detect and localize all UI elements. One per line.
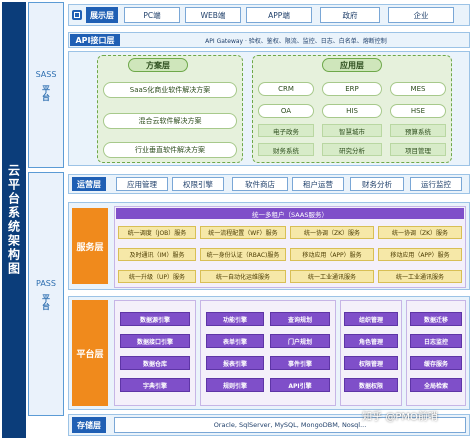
ops-run-monitor: 运行监控 bbox=[410, 177, 462, 191]
ops-software-store: 软件商店 bbox=[232, 177, 288, 191]
platform-function-engine: 功能引擎 bbox=[206, 312, 264, 326]
platform-global-search: 全局检索 bbox=[410, 378, 462, 392]
storage-layer-label: 存储层 bbox=[72, 417, 106, 433]
display-item-enterprise: 企业 bbox=[388, 7, 454, 23]
service-zk-2: 统一协调（ZK）服务 bbox=[378, 226, 462, 239]
saas-column: SASS 平台 bbox=[28, 2, 64, 168]
service-mobile-app: 移动应用（APP）服务 bbox=[290, 248, 374, 261]
saas-sub-label: 平台 bbox=[41, 84, 51, 101]
platform-rule-engine: 规则引擎 bbox=[206, 378, 264, 392]
platform-role-management: 角色管理 bbox=[344, 334, 398, 348]
service-industrial-comm-2: 统一工业通讯服务 bbox=[378, 270, 462, 283]
solution-vertical: 行业垂直软件解决方案 bbox=[103, 142, 237, 158]
service-upgrade: 统一升级（UP）服务 bbox=[118, 270, 196, 283]
app-e-government: 电子政务 bbox=[258, 124, 314, 137]
pass-sub-label: 平台 bbox=[41, 293, 51, 310]
ops-permission-engine: 权限引擎 bbox=[172, 177, 224, 191]
platform-data-interface-engine: 数据接口引擎 bbox=[120, 334, 190, 348]
app-finance-system: 财务系统 bbox=[258, 143, 314, 156]
solution-layer-title: 方案层 bbox=[128, 58, 188, 72]
service-workflow: 统一流程配置（WF）服务 bbox=[200, 226, 286, 239]
pass-label: PASS bbox=[36, 278, 56, 288]
platform-org-management: 组织管理 bbox=[344, 312, 398, 326]
diagram-title: 云平台系统架构图 bbox=[2, 2, 26, 438]
display-item-government: 政府 bbox=[320, 7, 380, 23]
platform-data-migration: 数据迁移 bbox=[410, 312, 462, 326]
watermark: 知乎 @PMO前哨 bbox=[362, 411, 438, 423]
app-oa: OA bbox=[258, 104, 314, 118]
display-icon bbox=[70, 7, 84, 23]
ops-layer-label: 运营层 bbox=[72, 177, 106, 191]
pass-column: PASS 平台 bbox=[28, 172, 64, 416]
service-im: 及时通讯（IM）服务 bbox=[118, 248, 196, 261]
platform-permission-management: 权限管理 bbox=[344, 356, 398, 370]
platform-layer-label: 平台层 bbox=[72, 300, 108, 406]
multi-tenant-banner: 统一多租户（SAAS服务） bbox=[116, 208, 464, 219]
ops-app-management: 应用管理 bbox=[116, 177, 168, 191]
saas-label: SASS bbox=[35, 69, 57, 79]
platform-datasource-engine: 数据源引擎 bbox=[120, 312, 190, 326]
app-research-analysis: 研究分析 bbox=[322, 143, 382, 156]
platform-report-engine: 报表引擎 bbox=[206, 356, 264, 370]
platform-data-warehouse: 数据仓库 bbox=[120, 356, 190, 370]
display-item-pc: PC端 bbox=[124, 7, 180, 23]
api-layer-label: API接口层 bbox=[70, 34, 120, 46]
service-auto-ops: 统一自动化运维服务 bbox=[200, 270, 286, 283]
platform-data-permission: 数据权限 bbox=[344, 378, 398, 392]
app-hse: HSE bbox=[390, 104, 446, 118]
platform-event-engine: 事件引擎 bbox=[270, 356, 330, 370]
platform-cache-service: 缓存服务 bbox=[410, 356, 462, 370]
app-erp: ERP bbox=[322, 82, 382, 96]
platform-api-engine: API引擎 bbox=[270, 378, 330, 392]
display-layer-label: 展示层 bbox=[86, 7, 118, 23]
service-layer-label: 服务层 bbox=[72, 208, 108, 284]
ops-tenant-operation: 租户运营 bbox=[292, 177, 344, 191]
platform-portal-planning: 门户规划 bbox=[270, 334, 330, 348]
display-item-web: WEB端 bbox=[185, 7, 241, 23]
service-job: 统一调度（JOB）服务 bbox=[118, 226, 196, 239]
application-layer-title: 应用层 bbox=[322, 58, 382, 72]
app-project-management: 项目管理 bbox=[390, 143, 446, 156]
solution-saas: SaaS化商业软件解决方案 bbox=[103, 82, 237, 98]
platform-dictionary-engine: 字典引擎 bbox=[120, 378, 190, 392]
platform-query-planning: 查询规划 bbox=[270, 312, 330, 326]
platform-log-monitor: 日志监控 bbox=[410, 334, 462, 348]
service-rbac: 统一身份认证（RBAC)服务 bbox=[200, 248, 286, 261]
service-mobile-app-2: 移动应用（APP）服务 bbox=[378, 248, 462, 261]
service-zk: 统一协调（ZK）服务 bbox=[290, 226, 374, 239]
solution-hybrid-cloud: 混合云软件解决方案 bbox=[103, 113, 237, 129]
app-crm: CRM bbox=[258, 82, 314, 96]
app-his: HIS bbox=[322, 104, 382, 118]
app-smart-city: 智慧城市 bbox=[322, 124, 382, 137]
api-gateway-text: API Gateway · 验权、鉴权、限流、监控、日志、白名单、熔断控制 bbox=[205, 37, 387, 45]
ops-finance-analysis: 财务分析 bbox=[350, 177, 404, 191]
display-item-app: APP端 bbox=[246, 7, 312, 23]
service-industrial-comm: 统一工业通讯服务 bbox=[290, 270, 374, 283]
app-mes: MES bbox=[390, 82, 446, 96]
app-budget-system: 预算系统 bbox=[390, 124, 446, 137]
platform-form-engine: 表单引擎 bbox=[206, 334, 264, 348]
